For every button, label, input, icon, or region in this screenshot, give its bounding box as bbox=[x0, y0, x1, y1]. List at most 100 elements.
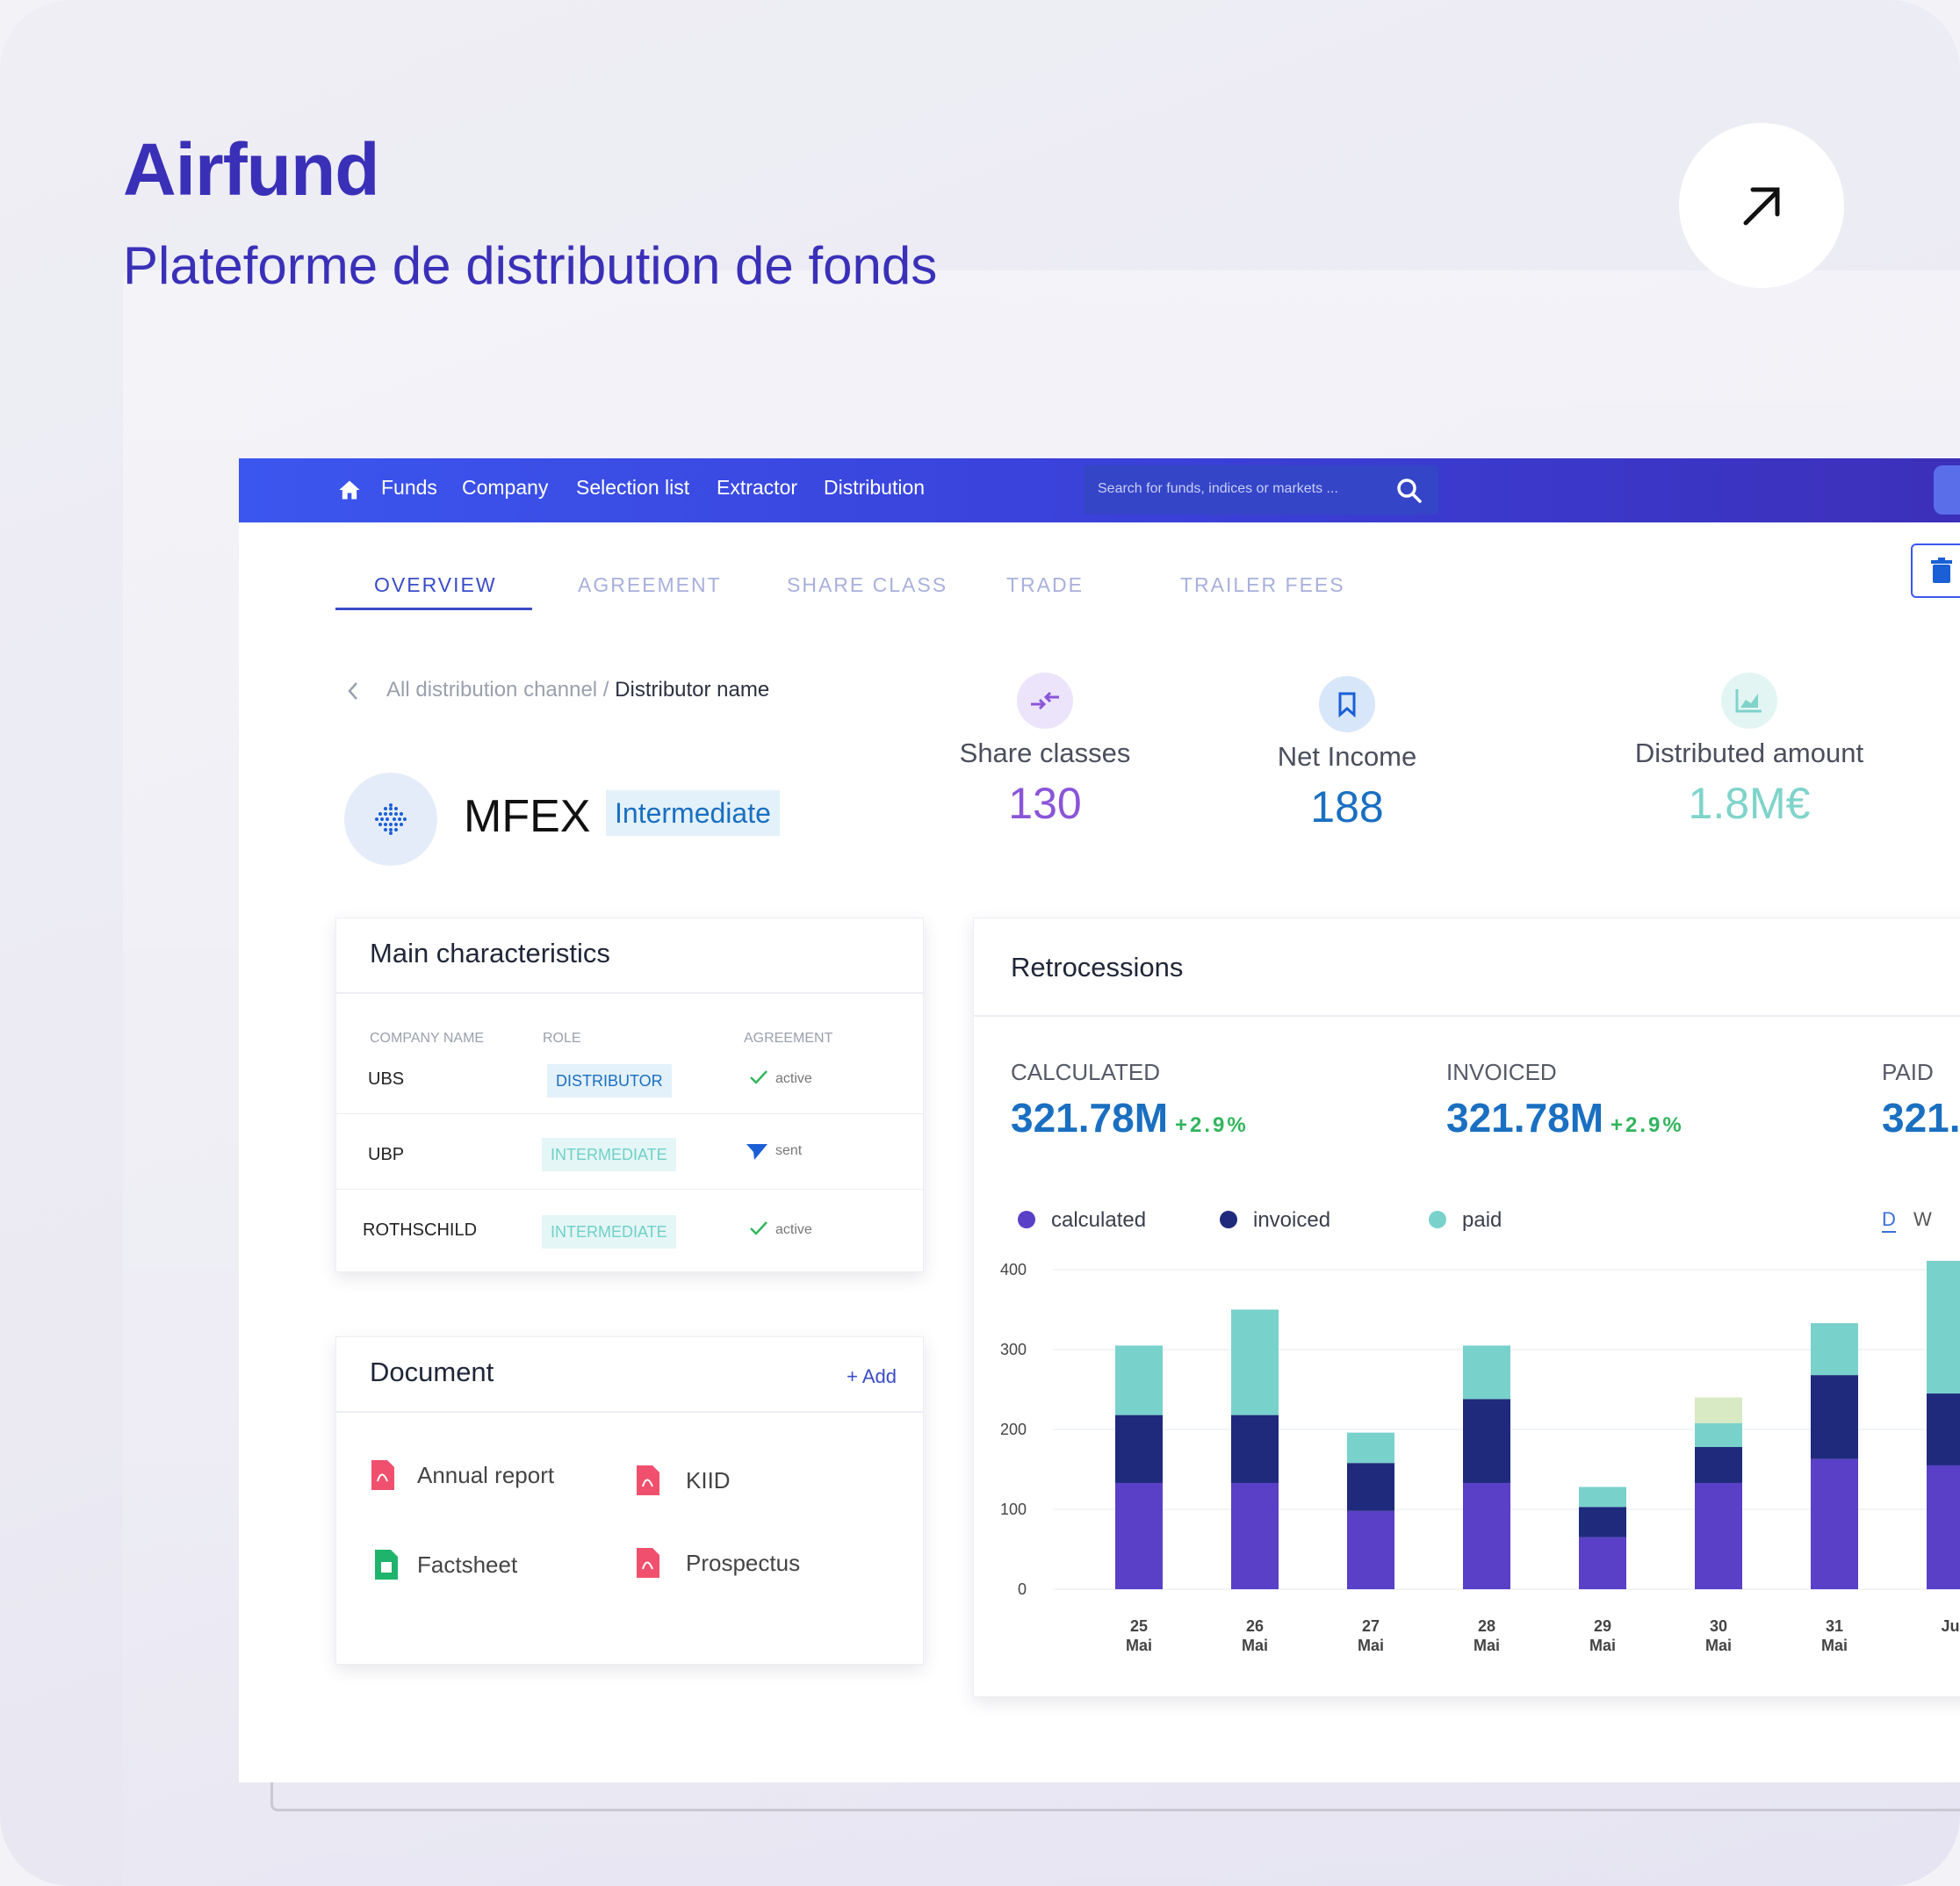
nav-item-funds[interactable]: Funds bbox=[381, 476, 437, 500]
y-tick-label: 100 bbox=[1000, 1501, 1027, 1518]
metric-label-invoiced: INVOICED bbox=[1446, 1059, 1557, 1085]
nav-item-company[interactable]: Company bbox=[462, 476, 548, 500]
check-icon bbox=[750, 1070, 767, 1084]
divider bbox=[336, 992, 923, 994]
stat-value: 1.8M€ bbox=[1688, 779, 1811, 828]
bar-segment-invoiced bbox=[1115, 1414, 1163, 1483]
search-icon[interactable] bbox=[1396, 478, 1423, 504]
home-icon[interactable] bbox=[337, 478, 362, 502]
search-box[interactable]: Search for funds, indices or markets ... bbox=[1084, 465, 1438, 515]
metric-invoiced: 321.78M +2.9% bbox=[1446, 1094, 1684, 1141]
column-header-role: ROLE bbox=[543, 1031, 581, 1046]
bar-segment-calculated bbox=[1231, 1482, 1279, 1589]
tab-trade[interactable]: TRADE bbox=[1006, 573, 1084, 597]
tab-agreement[interactable]: AGREEMENT bbox=[578, 573, 722, 597]
breadcrumb-current: Distributor name bbox=[615, 678, 770, 702]
delete-button[interactable] bbox=[1911, 543, 1960, 598]
retrocessions-panel: Retrocessions CALCULATED 321.78M +2.9% IN… bbox=[973, 918, 1960, 1697]
pdf-icon bbox=[371, 1460, 394, 1490]
row-divider bbox=[336, 1189, 923, 1190]
y-tick-label: 400 bbox=[1000, 1261, 1027, 1278]
tab-share-class[interactable]: SHARE CLASS bbox=[787, 573, 948, 597]
breadcrumb-separator: / bbox=[597, 678, 616, 702]
period-week[interactable]: W bbox=[1913, 1208, 1932, 1231]
y-tick-label: 200 bbox=[1000, 1421, 1027, 1438]
stat-label: Share classes bbox=[959, 738, 1131, 768]
legend-label: calculated bbox=[1051, 1208, 1147, 1232]
bar-segment-calculated bbox=[1927, 1465, 1960, 1589]
bar-segment-paid bbox=[1927, 1261, 1960, 1394]
document-annual-report[interactable]: Annual report bbox=[417, 1462, 554, 1489]
breadcrumb-parent[interactable]: All distribution channel bbox=[386, 678, 597, 702]
bar-segment-calculated bbox=[1695, 1482, 1742, 1589]
stat-label: Net Income bbox=[1277, 741, 1417, 772]
metric-value: 321.78M bbox=[1446, 1095, 1604, 1141]
bar-segment-invoiced bbox=[1463, 1399, 1510, 1483]
bar-segment-invoiced bbox=[1695, 1447, 1742, 1483]
legend-paid: paid bbox=[1429, 1208, 1502, 1233]
bar-segment-calculated bbox=[1347, 1510, 1394, 1589]
row-divider bbox=[336, 1113, 923, 1114]
stat-label: Distributed amount bbox=[1634, 738, 1864, 768]
nav-item-distribution[interactable]: Distribution bbox=[824, 476, 925, 500]
retrocessions-chart: 0 100 200 300 400 25 Mai 26 Mai 27 Mai 28 Mai 29 Mai 30… bbox=[1000, 1261, 1960, 1654]
open-project-button[interactable] bbox=[1679, 123, 1844, 288]
bar-segment-invoiced bbox=[1579, 1507, 1626, 1537]
x-tick-label: Mai bbox=[1821, 1637, 1848, 1654]
panel-title: Main characteristics bbox=[370, 938, 610, 968]
role-badge: INTERMEDIATE bbox=[542, 1215, 676, 1249]
check-icon bbox=[750, 1221, 767, 1235]
role-badge: DISTRIBUTOR bbox=[547, 1064, 672, 1098]
arrow-up-right-icon bbox=[1743, 187, 1780, 226]
company-cell: UBP bbox=[368, 1145, 405, 1164]
bar-segment-paid bbox=[1579, 1486, 1626, 1508]
panel-title: Retrocessions bbox=[1011, 952, 1184, 983]
metric-calculated: 321.78M +2.9% bbox=[1011, 1094, 1249, 1141]
legend-swatch bbox=[1220, 1211, 1237, 1228]
document-factsheet[interactable]: Factsheet bbox=[417, 1551, 517, 1579]
plus-icon: + bbox=[847, 1365, 862, 1387]
nav-item-selection-list[interactable]: Selection list bbox=[576, 476, 689, 500]
pdf-icon bbox=[637, 1548, 659, 1578]
x-tick-label: Mai bbox=[1242, 1637, 1268, 1654]
brand-title: Airfund bbox=[123, 128, 380, 211]
metric-change: +2.9% bbox=[1175, 1113, 1249, 1137]
dots-logo-icon bbox=[375, 803, 407, 835]
bar-segment-paid bbox=[1231, 1309, 1279, 1415]
divider bbox=[336, 1411, 923, 1413]
period-day[interactable]: D bbox=[1882, 1208, 1896, 1233]
add-document-button[interactable]: + Add bbox=[847, 1365, 897, 1388]
x-tick-label: 28 bbox=[1478, 1617, 1495, 1635]
x-tick-label: Mai bbox=[1474, 1637, 1500, 1654]
role-badge: INTERMEDIATE bbox=[542, 1138, 676, 1171]
document-prospectus[interactable]: Prospectus bbox=[686, 1550, 800, 1577]
x-tick-label: Mai bbox=[1589, 1637, 1616, 1654]
tab-trailer-fees[interactable]: TRAILER FEES bbox=[1180, 573, 1345, 597]
nav-item-extractor[interactable]: Extractor bbox=[717, 476, 797, 500]
showcase-card: Airfund Plateforme de distribution de fo… bbox=[0, 0, 1960, 1886]
chevron-left-icon[interactable] bbox=[344, 680, 362, 702]
column-header-company: COMPANY NAME bbox=[370, 1031, 485, 1046]
spreadsheet-icon bbox=[375, 1550, 398, 1580]
bar-segment-paid bbox=[1463, 1345, 1510, 1400]
stat-value: 130 bbox=[1008, 779, 1082, 828]
bar-segment-calculated bbox=[1463, 1482, 1510, 1589]
document-kiid[interactable]: KIID bbox=[686, 1467, 731, 1494]
tab-overview[interactable]: OVERVIEW bbox=[374, 573, 497, 597]
brand-tagline: Plateforme de distribution de fonds bbox=[123, 236, 938, 295]
bookmark-icon bbox=[1319, 676, 1375, 732]
legend-label: paid bbox=[1462, 1208, 1502, 1232]
legend-swatch bbox=[1018, 1211, 1035, 1228]
bar-segment-invoiced bbox=[1811, 1375, 1858, 1459]
arrows-swap-icon bbox=[1017, 673, 1073, 729]
x-tick-label: 25 bbox=[1130, 1617, 1148, 1635]
agreement-status: sent bbox=[775, 1143, 803, 1158]
add-label: Add bbox=[861, 1365, 897, 1387]
document-panel: Document + Add Annual report KIID Factsh… bbox=[335, 1336, 924, 1665]
x-tick-label: Ju bbox=[1941, 1617, 1959, 1635]
y-tick-label: 300 bbox=[1000, 1341, 1027, 1358]
company-logo bbox=[344, 773, 437, 866]
search-placeholder: Search for funds, indices or markets ... bbox=[1098, 481, 1338, 496]
user-menu-button[interactable] bbox=[1934, 465, 1960, 515]
top-navbar: Funds Company Selection list Extractor D… bbox=[239, 458, 1960, 522]
